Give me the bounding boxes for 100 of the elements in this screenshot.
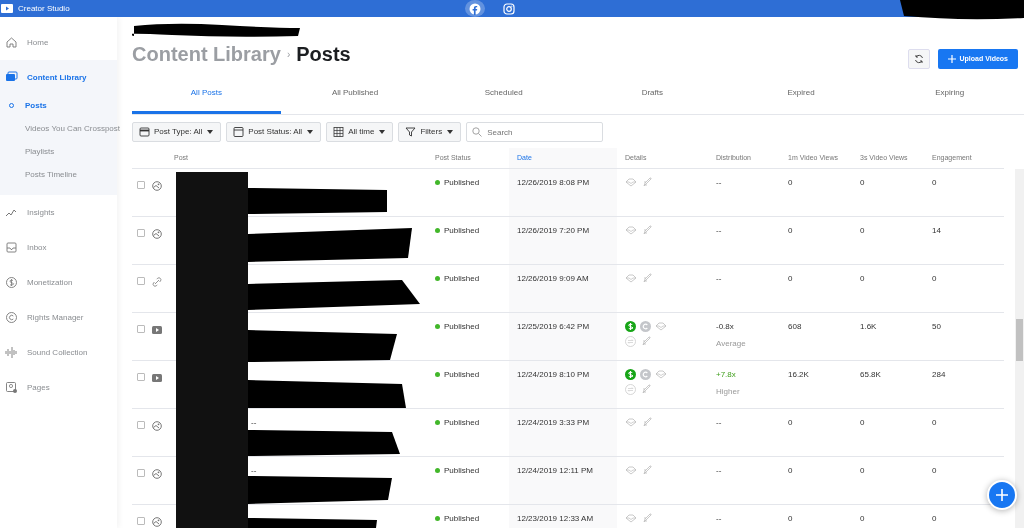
sidebar-subitem[interactable]: Posts (0, 95, 117, 118)
type-filter-button[interactable]: Post Type: All (132, 122, 222, 142)
link-icon (152, 276, 162, 287)
views-count: 16.2K (788, 370, 809, 379)
views-count: 0 (788, 466, 793, 475)
photo-icon (152, 228, 162, 239)
distribution-value: -- (716, 177, 723, 189)
row-checkbox[interactable] (137, 421, 145, 429)
post-title[interactable]: -- (251, 418, 257, 427)
caret-icon (206, 129, 215, 135)
row-checkbox[interactable] (137, 229, 145, 237)
views-count: 65.8K (860, 370, 881, 379)
instagram-icon (503, 2, 515, 15)
time-filter-button[interactable]: All time (326, 122, 394, 142)
sidebar-subitem[interactable]: Posts Timeline (0, 164, 117, 187)
breadcrumb-separator: › (286, 47, 291, 62)
views-count: 0 (788, 178, 793, 187)
scrollbar[interactable] (1015, 169, 1024, 528)
tab[interactable]: Scheduled (429, 76, 578, 114)
dollar-icon (5, 276, 18, 289)
sidebar-item[interactable]: Sound Collection (0, 335, 117, 370)
refresh-icon (913, 54, 924, 64)
sidebar-item[interactable]: Pages (0, 370, 117, 405)
breadcrumb-link[interactable]: Content Library (132, 39, 281, 69)
list-icon (139, 126, 150, 138)
date-text: 12/26/2019 7:20 PM (517, 226, 590, 235)
facebook-tab[interactable] (465, 0, 485, 17)
sidebar-item[interactable]: Inbox (0, 230, 117, 265)
views-count: 608 (788, 322, 802, 331)
distribution-note: Higher (716, 386, 741, 398)
plus-icon (995, 488, 1009, 502)
tab[interactable]: Expiring (875, 76, 1024, 114)
sidebar-item[interactable]: Home (0, 25, 117, 60)
caret-icon (306, 129, 315, 135)
sidebar-subitem[interactable]: Playlists (0, 141, 117, 164)
copyright-icon (640, 369, 651, 380)
sidebar-item[interactable]: Insights (0, 195, 117, 230)
row-checkbox[interactable] (137, 469, 145, 477)
folder-icon (5, 71, 18, 84)
date-text: 12/24/2019 12:11 PM (517, 466, 593, 475)
inbox-icon (5, 241, 18, 254)
row-checkbox[interactable] (137, 181, 145, 189)
engagement-count: 284 (932, 370, 946, 379)
tab[interactable]: All Posts (132, 76, 281, 114)
sound-wave-icon (5, 346, 18, 359)
status-text: Published (435, 514, 480, 523)
photo-icon (152, 468, 162, 479)
distribution-value: -0.8x (716, 321, 735, 333)
distribution-value: -- (716, 513, 723, 525)
views-count: 0 (860, 466, 865, 475)
post-title[interactable]: -- (251, 466, 257, 475)
status-filter-button[interactable]: Post Status: All (226, 122, 322, 142)
engagement-count: 0 (932, 466, 937, 475)
tab[interactable]: All Published (280, 76, 430, 114)
status-text: Published (435, 418, 480, 427)
row-checkbox[interactable] (137, 325, 145, 333)
tab[interactable]: Expired (726, 76, 876, 114)
add-button[interactable] (987, 480, 1017, 510)
date-text: 12/23/2019 12:33 AM (517, 514, 594, 523)
filter-filter-button[interactable]: Filters (398, 122, 462, 142)
photo-icon (152, 180, 162, 191)
caret-icon (446, 129, 455, 135)
refresh-button[interactable] (907, 49, 930, 69)
plus-icon (947, 55, 956, 63)
photo-icon (152, 420, 162, 431)
scrollbar-thumb[interactable] (1016, 319, 1023, 361)
handshake-icon (655, 321, 667, 332)
date-text: 12/24/2019 3:33 PM (517, 418, 590, 427)
tab[interactable]: Drafts (578, 76, 727, 114)
sidebar-item[interactable]: Rights Manager (0, 300, 117, 335)
status-text: Published (435, 322, 480, 331)
sidebar-item[interactable]: Monetization (0, 265, 117, 300)
row-checkbox[interactable] (137, 277, 145, 285)
copyright-icon (640, 321, 651, 332)
calendar-icon (333, 126, 345, 138)
status-text: Published (435, 466, 480, 475)
row-checkbox[interactable] (137, 517, 145, 525)
engagement-count: 0 (932, 514, 937, 523)
copyright-icon (5, 311, 18, 324)
views-count: 0 (788, 514, 793, 523)
app-title: Creator Studio (18, 2, 70, 15)
engagement-count: 0 (932, 274, 937, 283)
photo-icon (152, 516, 162, 527)
engagement-count: 0 (932, 418, 937, 427)
page-icon (5, 381, 18, 394)
date-text: 12/24/2019 8:10 PM (517, 370, 590, 379)
distribution-value: -- (716, 417, 723, 429)
engagement-count: 14 (932, 226, 941, 235)
views-count: 0 (860, 274, 865, 283)
status-text: Published (435, 370, 480, 379)
engagement-count: 0 (932, 178, 937, 187)
views-count: 0 (860, 514, 865, 523)
search-field[interactable]: Search (466, 122, 604, 142)
funnel-icon (405, 126, 417, 138)
sidebar-item[interactable]: Content Library (0, 60, 117, 95)
row-checkbox[interactable] (137, 373, 145, 381)
home-icon (5, 36, 18, 49)
views-count: 0 (860, 226, 865, 235)
video-icon (152, 324, 162, 335)
views-count: 0 (860, 178, 865, 187)
